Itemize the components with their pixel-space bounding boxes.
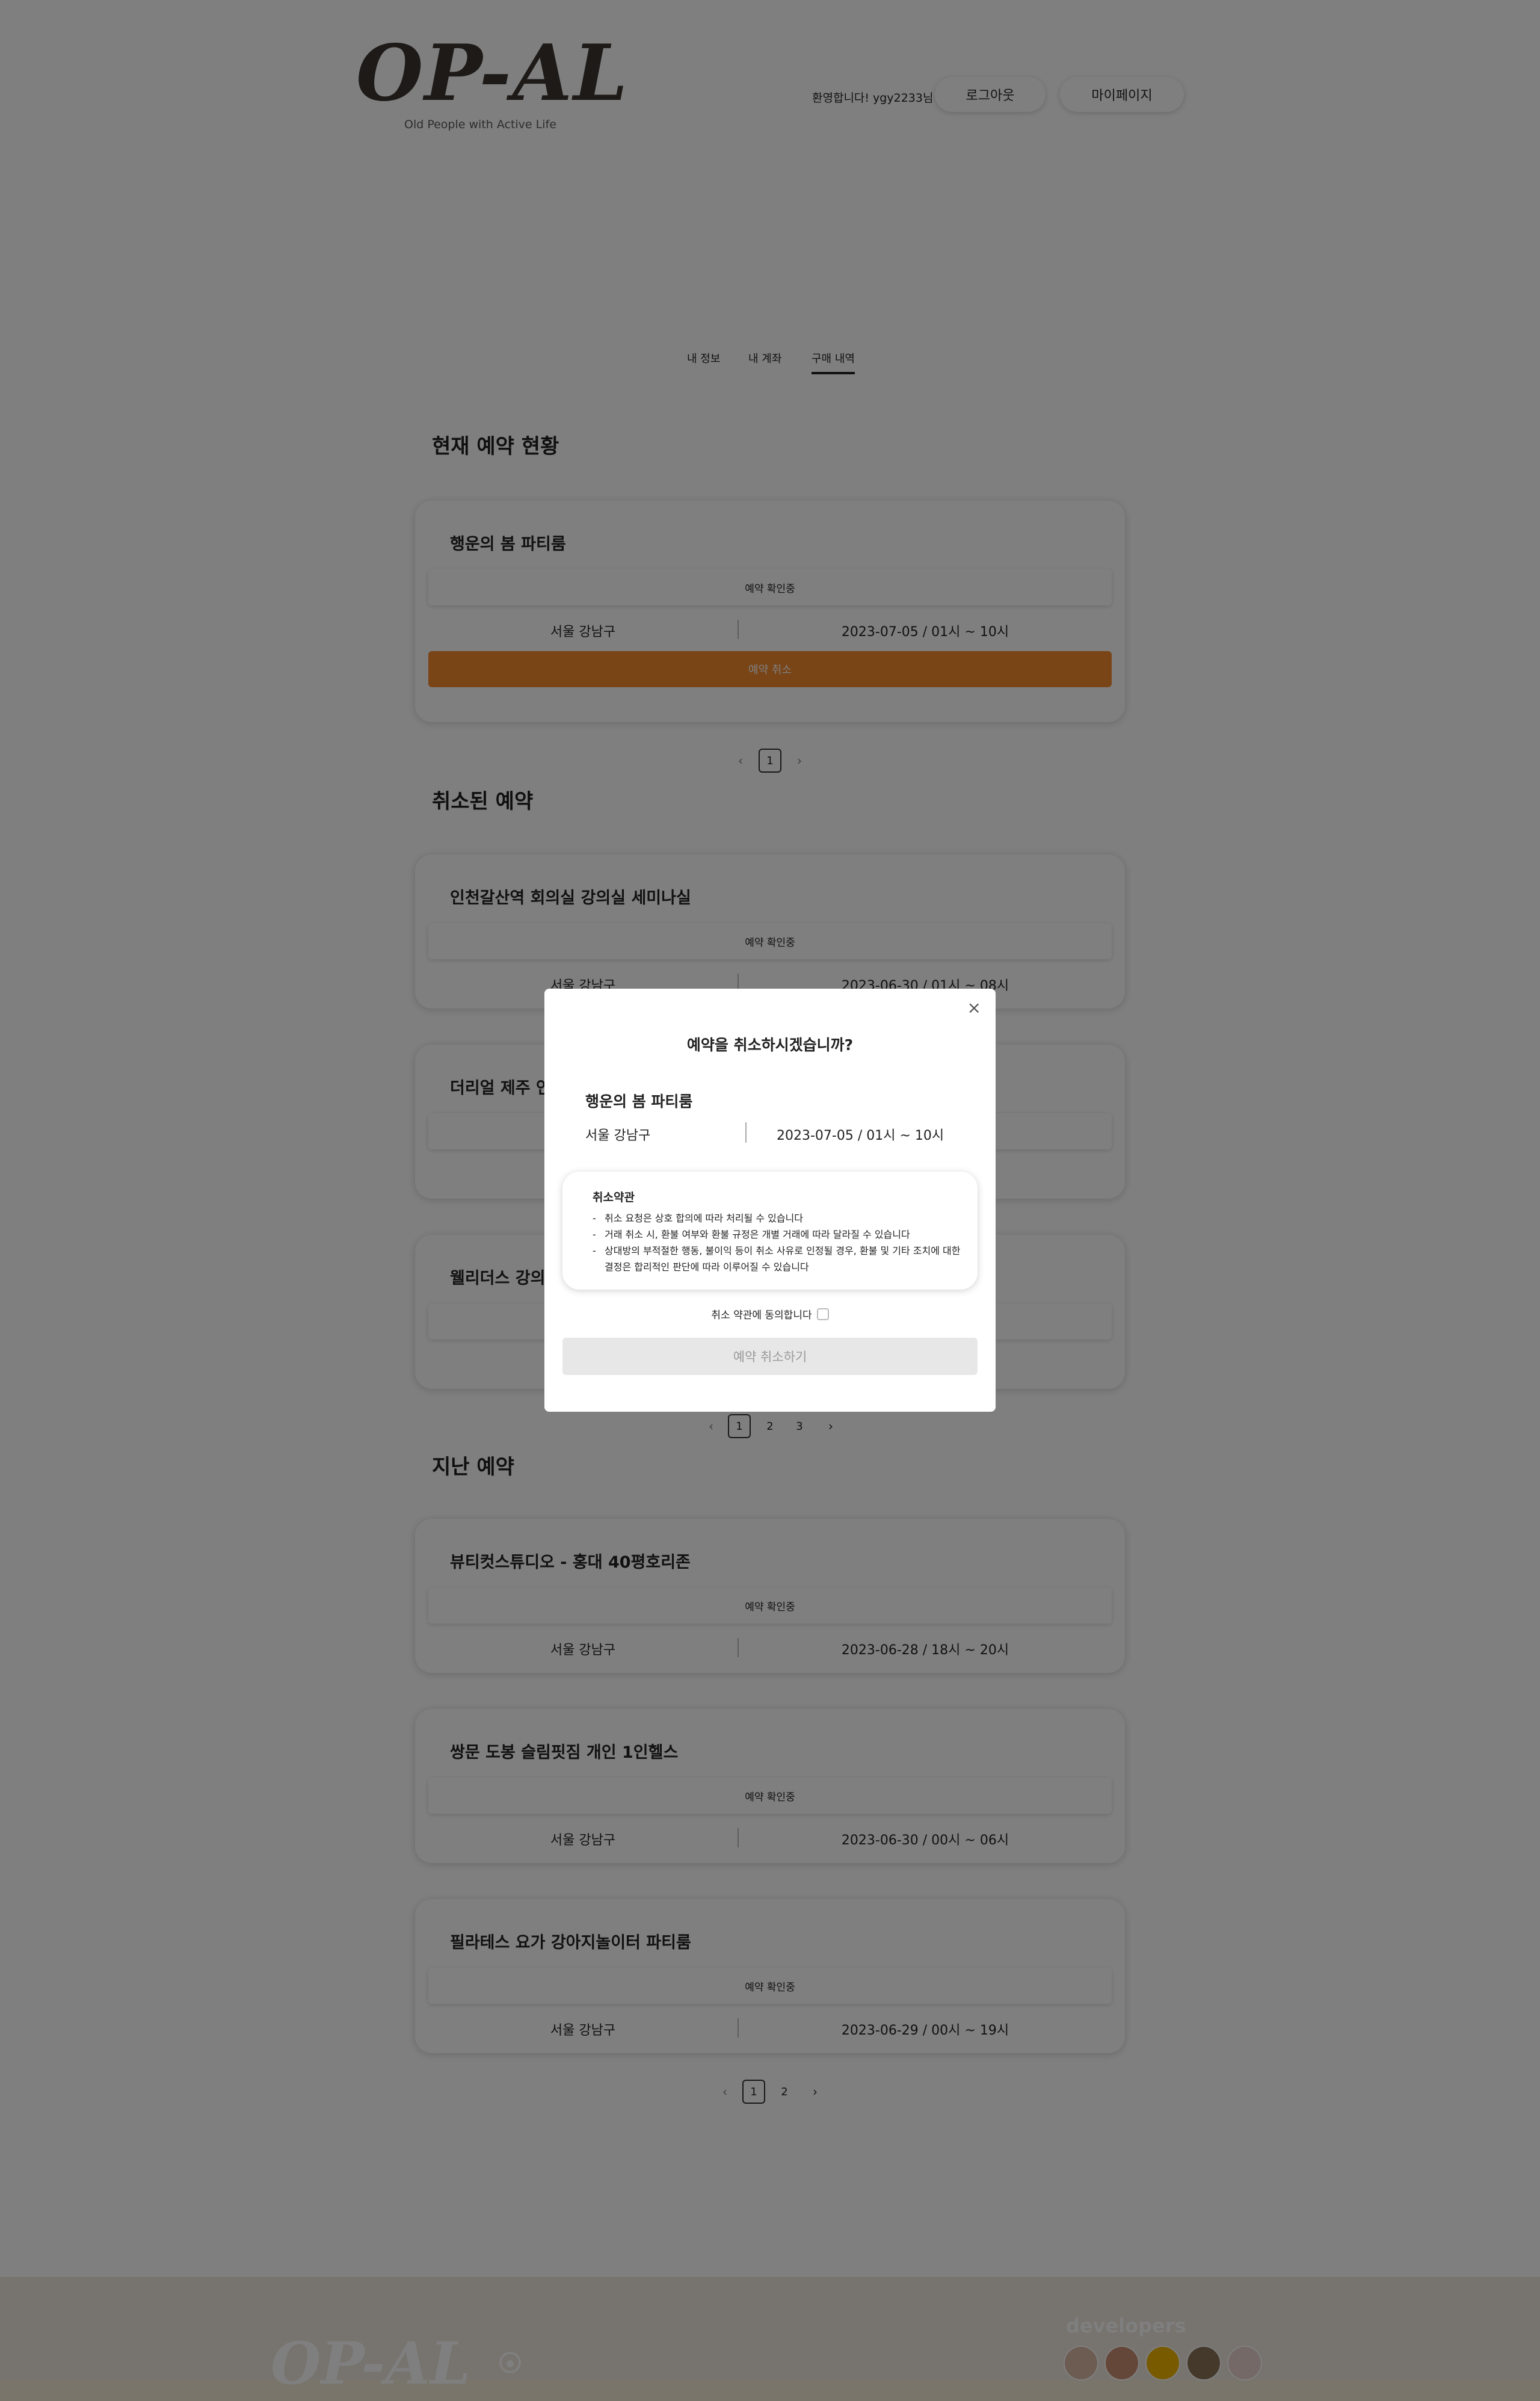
terms-title: 취소약관 [593,1191,635,1204]
agree-checkbox[interactable] [816,1308,829,1320]
terms-item: 상대방의 부적절한 행동, 불이익 등이 취소 사유로 인정될 경우, 환불 및… [593,1243,966,1275]
modal-room-name: 행운의 봄 파티룸 [585,1093,693,1110]
agree-label: 취소 약관에 동의합니다 [711,1309,812,1321]
close-icon[interactable]: × [967,1000,981,1016]
modal-title: 예약을 취소하시겠습니까? [686,1036,854,1054]
agree-row: 취소 약관에 동의합니다 [544,1306,996,1321]
terms-item: 거래 취소 시, 환불 여부와 환불 규정은 개별 거래에 따라 달라질 수 있… [593,1226,966,1243]
terms-item: 취소 요청은 상호 합의에 따라 처리될 수 있습니다 [593,1210,966,1226]
divider [745,1122,747,1143]
cancel-modal: × 예약을 취소하시겠습니까? 행운의 봄 파티룸 서울 강남구 2023-07… [544,989,996,1412]
confirm-cancel-button[interactable]: 예약 취소하기 [562,1338,978,1375]
modal-location: 서울 강남구 [585,1128,651,1143]
modal-date: 2023-07-05 / 01시 ~ 10시 [777,1128,944,1143]
terms-list: 취소 요청은 상호 합의에 따라 처리될 수 있습니다 거래 취소 시, 환불 … [593,1210,966,1275]
terms-box: 취소약관 취소 요청은 상호 합의에 따라 처리될 수 있습니다 거래 취소 시… [562,1172,978,1290]
